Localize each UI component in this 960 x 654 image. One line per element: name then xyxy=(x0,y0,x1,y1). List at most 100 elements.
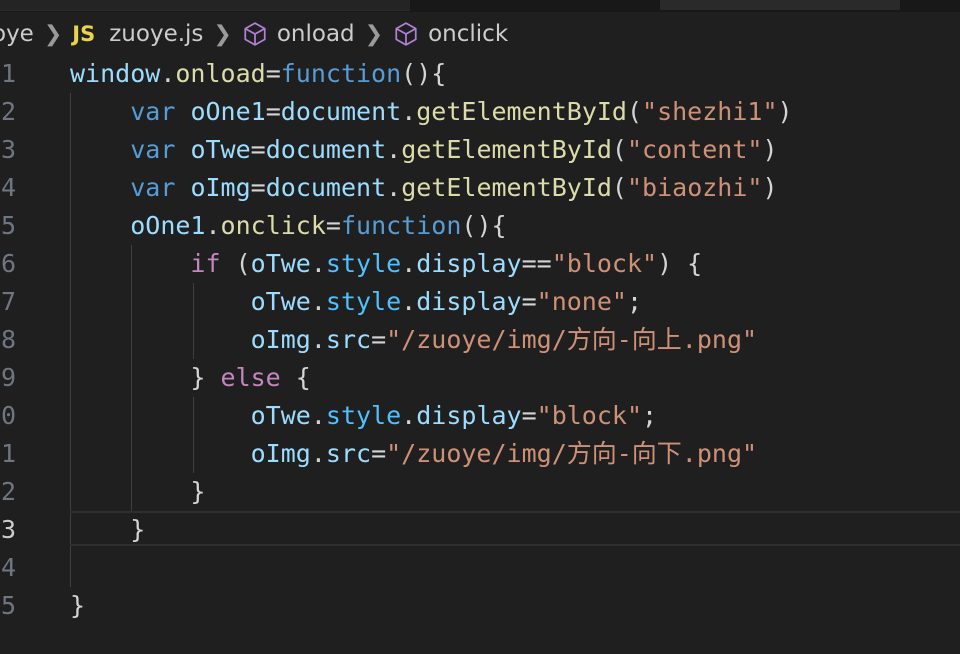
code-line[interactable]: 1 oImg.src="/zuoye/img/方向-向下.png" xyxy=(0,435,960,473)
code-token: "shezhi1" xyxy=(642,97,778,126)
line-number: 5 xyxy=(0,211,16,240)
code-token: = xyxy=(371,325,387,354)
code-line[interactable]: 1 window.onload=function(){ xyxy=(0,55,960,93)
editor-tab[interactable] xyxy=(0,0,410,11)
code-token: oImg xyxy=(250,439,311,468)
code-token: = xyxy=(325,211,341,240)
code-token: ( xyxy=(611,135,627,164)
code-line[interactable]: 4 var oImg=document.getElementById("biao… xyxy=(0,169,960,207)
code-editor[interactable]: oye ❯ JS zuoye.js ❯ onload ❯ onclick 1 wi… xyxy=(0,0,960,654)
method-cube-icon xyxy=(244,22,266,46)
code-token: display xyxy=(416,287,522,316)
code-token: . xyxy=(310,287,326,316)
breadcrumb-symbol-onload[interactable]: onload xyxy=(242,21,355,47)
code-area[interactable]: 1 window.onload=function(){2 var oOne1=do… xyxy=(0,55,960,654)
code-token: else xyxy=(220,363,281,392)
code-token: (){ xyxy=(461,211,507,240)
code-line[interactable]: 7 oTwe.style.display="none"; xyxy=(0,283,960,321)
code-token: { xyxy=(280,363,311,392)
breadcrumb: oye ❯ JS zuoye.js ❯ onload ❯ onclick xyxy=(0,12,960,56)
code-token: "content" xyxy=(626,135,763,164)
line-number: 7 xyxy=(0,287,16,316)
code-token: oTwe xyxy=(250,287,311,316)
line-number: 6 xyxy=(0,249,16,278)
code-token: (){ xyxy=(401,59,447,88)
code-line[interactable]: 0 oTwe.style.display="block"; xyxy=(0,397,960,435)
code-line[interactable]: 5 oOne1.onclick=function(){ xyxy=(0,207,960,245)
javascript-file-icon: JS xyxy=(72,22,96,46)
code-line[interactable]: 2 var oOne1=document.getElementById("she… xyxy=(0,93,960,131)
code-token: window xyxy=(70,59,161,88)
code-token: onclick xyxy=(220,211,326,240)
code-line[interactable]: 9 } else { xyxy=(0,359,960,397)
code-token: "/zuoye/img/方向-向下.png" xyxy=(386,439,758,468)
breadcrumb-file-label: zuoye.js xyxy=(109,21,204,47)
code-text: } xyxy=(70,587,85,625)
code-token: ) { xyxy=(657,249,703,278)
code-token: ; xyxy=(642,401,658,430)
code-text: } else { xyxy=(70,359,311,397)
code-token: "none" xyxy=(536,287,627,316)
tab-strip xyxy=(0,0,960,12)
code-token: document xyxy=(265,135,387,164)
code-line[interactable]: 4 xyxy=(0,549,960,587)
line-number: 4 xyxy=(0,173,16,202)
code-text: window.onload=function(){ xyxy=(70,55,446,93)
breadcrumb-symbol-onclick[interactable]: onclick xyxy=(393,21,508,47)
code-token: style xyxy=(325,249,402,278)
breadcrumb-symbol-label: onload xyxy=(276,21,355,47)
code-line[interactable]: 2 } xyxy=(0,473,960,511)
code-line[interactable]: 8 oImg.src="/zuoye/img/方向-向上.png" xyxy=(0,321,960,359)
code-text: oOne1.onclick=function(){ xyxy=(70,207,507,245)
code-token: src xyxy=(325,325,372,354)
code-token: } xyxy=(190,477,206,506)
line-number: 9 xyxy=(0,363,16,392)
line-number: 3 xyxy=(0,515,16,544)
code-token: "biaozhi" xyxy=(626,173,763,202)
code-line[interactable]: 6 if (oTwe.style.display=="block") { xyxy=(0,245,960,283)
code-token: = xyxy=(250,173,266,202)
code-token: if xyxy=(190,249,221,278)
code-text: } xyxy=(70,473,205,511)
code-text: var oImg=document.getElementById("biaozh… xyxy=(70,169,778,207)
code-token: var xyxy=(130,173,176,202)
code-token: = xyxy=(265,97,281,126)
code-text: var oTwe=document.getElementById("conten… xyxy=(70,131,778,169)
line-number: 3 xyxy=(0,135,16,164)
code-line[interactable]: 3 } xyxy=(0,511,960,549)
code-text: if (oTwe.style.display=="block") { xyxy=(70,245,702,283)
line-number: 1 xyxy=(0,59,16,88)
breadcrumb-file[interactable]: JS zuoye.js xyxy=(72,21,203,47)
code-token: style xyxy=(325,287,402,316)
editor-tab[interactable] xyxy=(660,0,900,10)
code-token: oOne1 xyxy=(130,211,206,240)
code-token: = xyxy=(265,59,281,88)
code-token: getElementById xyxy=(416,97,627,126)
code-token: oImg xyxy=(250,325,311,354)
breadcrumb-folder[interactable]: oye xyxy=(0,21,34,47)
code-token: ) xyxy=(762,173,778,202)
code-token: = xyxy=(250,135,266,164)
code-token: . xyxy=(310,249,326,278)
code-text: oTwe.style.display="block"; xyxy=(70,397,657,435)
code-token: } xyxy=(130,515,146,544)
code-text: oImg.src="/zuoye/img/方向-向上.png" xyxy=(70,321,757,359)
code-token: display xyxy=(416,401,522,430)
code-token: . xyxy=(160,59,176,88)
code-token: ) xyxy=(762,135,778,164)
code-token: ; xyxy=(626,287,643,316)
line-number: 4 xyxy=(0,553,16,582)
code-line[interactable]: 5} xyxy=(0,587,960,625)
code-line[interactable]: 3 var oTwe=document.getElementById("cont… xyxy=(0,131,960,169)
code-token: style xyxy=(325,401,402,430)
code-token: ) xyxy=(777,97,793,126)
code-token: ( xyxy=(626,97,643,126)
